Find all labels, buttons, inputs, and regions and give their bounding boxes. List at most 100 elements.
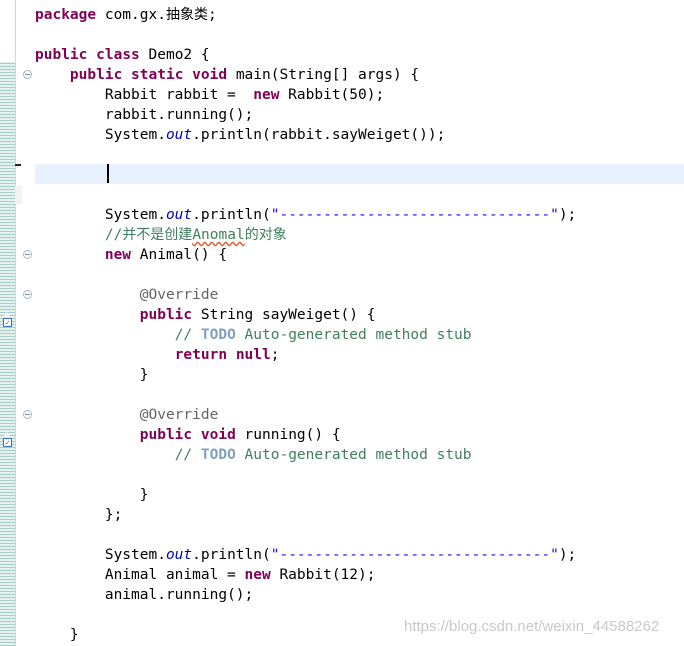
code-token: @Override bbox=[139, 287, 219, 303]
code-line[interactable] bbox=[35, 25, 576, 45]
code-token: Animal animal = bbox=[35, 567, 245, 583]
code-line[interactable] bbox=[35, 525, 576, 545]
code-token: animal.running(); bbox=[35, 587, 254, 603]
code-line[interactable]: // TODO Auto-generated method stub bbox=[35, 445, 576, 465]
fold-toggle-icon[interactable] bbox=[23, 410, 32, 419]
watermark: https://blog.csdn.net/weixin_44588262 bbox=[404, 618, 660, 635]
code-line[interactable]: public class Demo2 { bbox=[35, 45, 576, 65]
code-line[interactable]: System.out.println("--------------------… bbox=[35, 545, 576, 565]
override-check-icon: ✓ bbox=[3, 438, 12, 447]
code-token: out bbox=[165, 207, 193, 223]
code-token: public bbox=[139, 307, 193, 323]
code-token: public bbox=[69, 67, 123, 83]
code-token: "-------------------------------" bbox=[270, 547, 559, 563]
code-line[interactable]: } bbox=[35, 485, 576, 505]
code-token: Rabbit rabbit = bbox=[35, 87, 254, 103]
code-line[interactable]: package com.gx.抽象类; bbox=[35, 5, 576, 25]
code-token: }; bbox=[35, 507, 123, 523]
code-line[interactable] bbox=[35, 465, 576, 485]
code-token: Animal() { bbox=[131, 247, 228, 263]
code-token: } bbox=[35, 367, 149, 383]
fold-toggle-icon[interactable] bbox=[23, 250, 32, 259]
code-token: com.gx. bbox=[96, 7, 166, 23]
code-token: @Override bbox=[139, 407, 219, 423]
code-token: ; bbox=[207, 7, 217, 23]
code-token: 并不是创建 bbox=[122, 227, 193, 243]
code-token: void bbox=[192, 67, 228, 83]
code-token: return bbox=[174, 347, 228, 363]
code-line[interactable]: } bbox=[35, 365, 576, 385]
code-token: TODO bbox=[200, 327, 236, 343]
code-token: System. bbox=[35, 547, 166, 563]
code-line[interactable]: //并不是创建Anomal的对象 bbox=[35, 225, 576, 245]
code-token: System. bbox=[35, 127, 166, 143]
code-line[interactable]: @Override bbox=[35, 285, 576, 305]
code-line[interactable] bbox=[35, 185, 576, 205]
fold-toggle-icon[interactable] bbox=[23, 290, 32, 299]
code-token: rabbit.running(); bbox=[35, 107, 254, 123]
code-token: .println( bbox=[192, 207, 271, 223]
code-token: 抽象类 bbox=[165, 7, 208, 23]
code-token: ); bbox=[558, 547, 577, 563]
code-token: new bbox=[244, 567, 271, 583]
code-token: Rabbit(50); bbox=[279, 87, 385, 103]
code-token: package bbox=[35, 7, 97, 23]
code-line[interactable]: public String sayWeiget() { bbox=[35, 305, 576, 325]
override-marker-icon[interactable]: ✓ bbox=[2, 432, 13, 447]
override-triangle-icon bbox=[3, 312, 11, 317]
fold-toggle-icon[interactable] bbox=[23, 70, 32, 79]
code-token: void bbox=[200, 427, 236, 443]
override-check-icon: ✓ bbox=[3, 318, 12, 327]
ruler-selection-marker bbox=[15, 186, 22, 204]
code-token: new bbox=[253, 87, 280, 103]
code-token: ); bbox=[558, 207, 577, 223]
code-line[interactable]: // TODO Auto-generated method stub bbox=[35, 325, 576, 345]
override-triangle-icon bbox=[3, 432, 11, 437]
code-line[interactable] bbox=[35, 165, 576, 185]
code-token: Auto-generated method stub bbox=[235, 327, 472, 343]
code-token: new bbox=[104, 247, 132, 263]
code-token: "-------------------------------" bbox=[270, 207, 559, 223]
code-token: .println(rabbit.sayWeiget()); bbox=[192, 127, 446, 143]
annotation-ruler bbox=[16, 0, 32, 646]
code-line[interactable]: animal.running(); bbox=[35, 585, 576, 605]
override-marker-icon[interactable]: ✓ bbox=[2, 312, 13, 327]
code-token: main(String[] args) { bbox=[227, 67, 420, 83]
code-editor[interactable]: package com.gx.抽象类; public class Demo2 {… bbox=[35, 5, 576, 645]
code-line[interactable]: }; bbox=[35, 505, 576, 525]
code-line[interactable]: Rabbit rabbit = new Rabbit(50); bbox=[35, 85, 576, 105]
code-line[interactable]: public void running() { bbox=[35, 425, 576, 445]
code-token: Rabbit(12); bbox=[270, 567, 376, 583]
text-caret bbox=[107, 164, 109, 183]
code-line[interactable]: @Override bbox=[35, 405, 576, 425]
code-line[interactable] bbox=[35, 385, 576, 405]
code-line[interactable]: new Animal() { bbox=[35, 245, 576, 265]
code-token: // bbox=[174, 327, 201, 343]
code-token: public bbox=[139, 427, 193, 443]
code-line[interactable]: Animal animal = new Rabbit(12); bbox=[35, 565, 576, 585]
code-token: Anomal bbox=[192, 227, 245, 243]
code-token: Auto-generated method stub bbox=[235, 447, 472, 463]
code-token: } bbox=[35, 627, 79, 643]
code-token: null bbox=[235, 347, 271, 363]
code-line[interactable]: System.out.println(rabbit.sayWeiget()); bbox=[35, 125, 576, 145]
code-line[interactable] bbox=[35, 145, 576, 165]
code-line[interactable] bbox=[35, 265, 576, 285]
code-token: // bbox=[104, 227, 123, 243]
code-token: 的对象 bbox=[244, 227, 287, 243]
code-line[interactable]: System.out.println("--------------------… bbox=[35, 205, 576, 225]
code-line[interactable]: public static void main(String[] args) { bbox=[35, 65, 576, 85]
code-line[interactable]: rabbit.running(); bbox=[35, 105, 576, 125]
code-line[interactable]: return null; bbox=[35, 345, 576, 365]
